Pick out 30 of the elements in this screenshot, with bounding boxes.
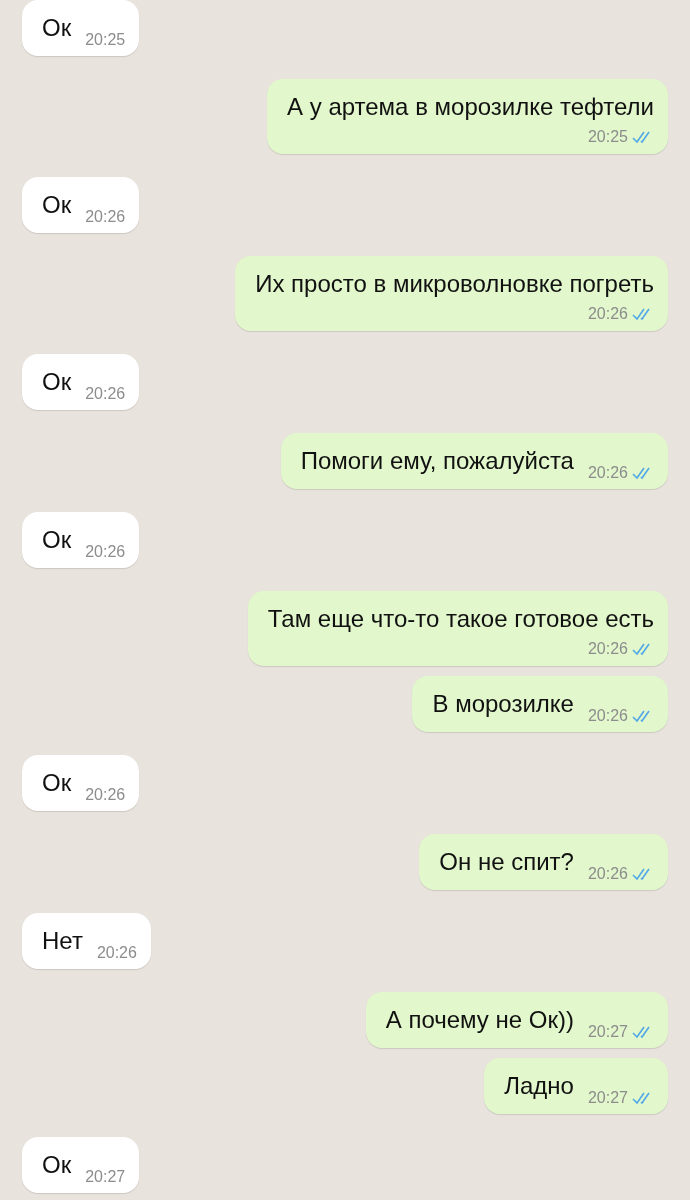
message-time: 20:26 — [85, 786, 126, 804]
message-time: 20:27 — [587, 1023, 628, 1041]
message-time: 20:26 — [587, 865, 628, 883]
message-text: Нет — [42, 926, 83, 956]
message-text: Он не спит? — [439, 847, 574, 877]
message-time: 20:26 — [587, 305, 628, 323]
message-time: 20:27 — [587, 1089, 628, 1107]
message-time: 20:26 — [587, 707, 628, 725]
message-text: В морозилке — [432, 689, 574, 719]
message-text: Ок — [42, 1150, 72, 1180]
message-text: Помоги ему, пожалуйста — [300, 446, 574, 476]
message-time: 20:26 — [85, 543, 126, 561]
message-text: Там еще что-то такое готовое есть — [267, 605, 654, 632]
message-text: Ок — [42, 768, 72, 798]
message-text: А почему не Ок)) — [385, 1005, 574, 1035]
message-time: 20:26 — [85, 208, 126, 226]
message-text: А у артема в морозилке тефтели — [287, 93, 654, 120]
message-time: 20:27 — [85, 1168, 126, 1186]
message-time: 20:26 — [587, 464, 628, 482]
message-time: 20:26 — [587, 640, 628, 658]
message-time: 20:26 — [96, 944, 137, 962]
message-text: Ок — [42, 190, 72, 220]
message-time: 20:25 — [85, 31, 126, 49]
message-time: 20:26 — [85, 385, 126, 403]
message-time: 20:25 — [587, 128, 628, 146]
message-text: Ок — [42, 13, 72, 43]
message-text: Ок — [42, 367, 72, 397]
message-text: Их просто в микроволновке погреть — [255, 270, 654, 297]
message-text: Ладно — [504, 1071, 574, 1101]
message-text: Ок — [42, 525, 72, 555]
